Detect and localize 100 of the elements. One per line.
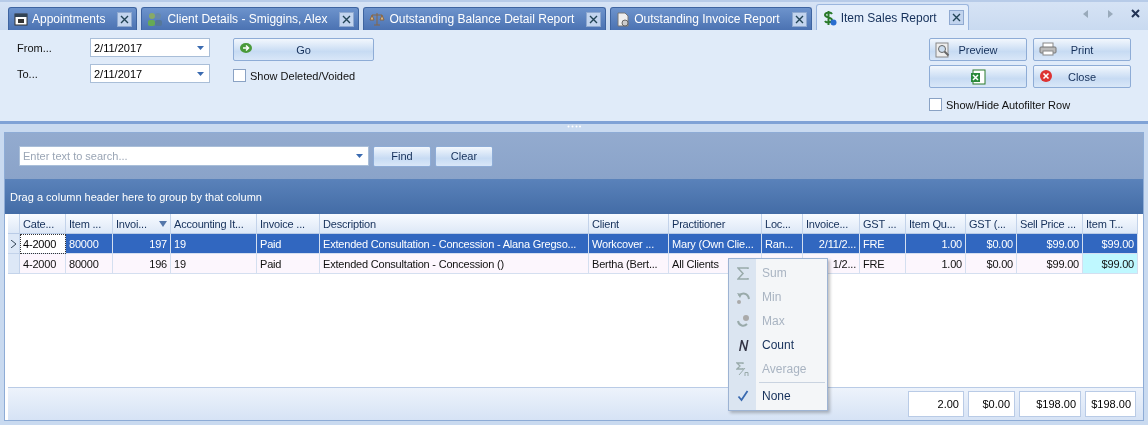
max-icon xyxy=(735,313,750,329)
column-header[interactable]: Cate... xyxy=(20,214,66,234)
column-header[interactable]: Invoice... xyxy=(803,214,860,234)
summary-cell[interactable]: $198.00 xyxy=(1019,391,1081,417)
close-icon[interactable] xyxy=(948,10,964,25)
table-cell: Ran... xyxy=(762,234,803,254)
summary-cell[interactable]: $0.00 xyxy=(968,391,1015,417)
table-cell: Extended Consultation - Concession () xyxy=(320,254,589,274)
close-button[interactable]: Close xyxy=(1033,65,1131,88)
table-cell: Paid xyxy=(257,234,320,254)
tab[interactable]: Client Details - Smiggins, Alex xyxy=(141,7,360,30)
table-cell: 4-2000 xyxy=(20,254,66,274)
scales-icon xyxy=(369,12,386,26)
table-cell: Extended Consultation - Concession - Alana Gregso... xyxy=(320,234,589,254)
to-label: To... xyxy=(17,67,39,80)
check-icon xyxy=(736,390,749,402)
column-header[interactable]: Sell Price ... xyxy=(1017,214,1083,234)
magnifier-page-icon xyxy=(935,42,951,58)
table-cell: FRE xyxy=(860,254,906,274)
show-deleted-checkbox[interactable]: Show Deleted/Voided xyxy=(233,69,374,82)
clear-button[interactable]: Clear xyxy=(435,145,493,167)
menu-item[interactable]: None xyxy=(729,384,827,408)
table-cell: $99.00 xyxy=(1017,234,1083,254)
header-corner xyxy=(8,214,20,234)
sigma-over-n-icon xyxy=(735,361,750,377)
table-cell: Bertha (Bert... xyxy=(589,254,669,274)
column-header[interactable]: GST (... xyxy=(966,214,1017,234)
printer-icon xyxy=(1039,42,1057,56)
close-icon[interactable] xyxy=(791,11,807,27)
table-cell: 197 xyxy=(113,234,171,254)
column-header[interactable]: Description xyxy=(320,214,589,234)
arrow-circle-icon xyxy=(239,42,253,54)
menu-item[interactable]: Count xyxy=(729,333,827,357)
sigma-icon xyxy=(736,266,749,280)
tab-label: Client Details - Smiggins, Alex xyxy=(167,12,328,26)
n-letter-icon xyxy=(736,338,749,352)
tab-label: Appointments xyxy=(32,12,106,26)
table-cell: Workcover ... xyxy=(589,234,669,254)
table-cell: Paid xyxy=(257,254,320,274)
dropdown-arrow-icon[interactable] xyxy=(197,71,204,76)
table-cell: 2/11/2... xyxy=(803,234,860,254)
table-cell: $0.00 xyxy=(966,254,1017,274)
go-button[interactable]: Go xyxy=(233,38,374,61)
spreadsheet-icon xyxy=(970,68,986,85)
table-cell: 80000 xyxy=(66,254,113,274)
document-icon xyxy=(616,11,631,27)
dropdown-arrow-icon[interactable] xyxy=(356,154,363,158)
from-date-field[interactable]: 2/11/2017 xyxy=(90,38,210,57)
table-cell: $99.00 xyxy=(1083,234,1138,254)
table-cell: $99.00 xyxy=(1083,254,1138,274)
tab-label: Outstanding Balance Detail Report xyxy=(389,12,575,26)
column-header[interactable]: Accounting It... xyxy=(171,214,257,234)
people-icon xyxy=(147,12,164,26)
from-label: From... xyxy=(17,41,53,54)
table-cell: 4-2000 xyxy=(20,234,66,254)
search-field[interactable]: Enter text to search... xyxy=(19,146,369,166)
tab[interactable]: Outstanding Invoice Report xyxy=(610,7,812,30)
summary-cell[interactable]: $198.00 xyxy=(1085,391,1136,417)
sort-descending-icon xyxy=(159,220,167,227)
group-by-panel[interactable]: Drag a column header here to group by that column xyxy=(5,179,1143,214)
column-header[interactable]: GST ... xyxy=(860,214,906,234)
close-icon[interactable] xyxy=(339,11,355,27)
splitter-grip-icon[interactable] xyxy=(567,125,581,128)
print-button[interactable]: Print xyxy=(1033,38,1131,61)
table-cell: $99.00 xyxy=(1017,254,1083,274)
column-header[interactable]: Item ... xyxy=(66,214,113,234)
excel-export-button[interactable] xyxy=(929,65,1027,88)
close-icon xyxy=(1039,69,1053,83)
table-cell: FRE xyxy=(860,234,906,254)
table-cell: 1.00 xyxy=(906,254,966,274)
preview-button[interactable]: Preview xyxy=(929,38,1027,61)
table-cell: 196 xyxy=(113,254,171,274)
tab[interactable]: Outstanding Balance Detail Report xyxy=(363,7,607,30)
tab[interactable]: Item Sales Report xyxy=(815,4,969,30)
row-indicator[interactable] xyxy=(8,234,20,254)
close-icon[interactable] xyxy=(1131,9,1140,18)
table-cell: 1.00 xyxy=(906,234,966,254)
column-header[interactable]: Client xyxy=(589,214,669,234)
find-button[interactable]: Find xyxy=(373,145,431,167)
column-header[interactable]: Invoi... xyxy=(113,214,171,234)
dollar-icon xyxy=(821,9,837,26)
column-header[interactable]: Invoice ... xyxy=(257,214,320,234)
table-cell: 80000 xyxy=(66,234,113,254)
dropdown-arrow-icon[interactable] xyxy=(197,45,204,50)
tab-label: Item Sales Report xyxy=(840,10,937,25)
autofilter-checkbox[interactable]: Show/Hide Autofilter Row xyxy=(929,98,1131,111)
column-header[interactable]: Practitioner xyxy=(669,214,762,234)
summary-cell[interactable]: 2.00 xyxy=(908,391,964,417)
tab[interactable]: Appointments xyxy=(8,7,138,30)
table-cell: $0.00 xyxy=(966,234,1017,254)
min-icon xyxy=(735,290,750,304)
column-header[interactable]: Loc... xyxy=(762,214,803,234)
close-icon[interactable] xyxy=(586,11,602,27)
tab-label: Outstanding Invoice Report xyxy=(634,12,780,26)
table-cell: 19 xyxy=(171,254,257,274)
to-date-field[interactable]: 2/11/2017 xyxy=(90,64,210,83)
column-header[interactable]: Item T... xyxy=(1083,214,1138,234)
calendar-icon xyxy=(14,12,28,26)
close-icon[interactable] xyxy=(117,11,133,27)
column-header[interactable]: Item Qu... xyxy=(906,214,966,234)
